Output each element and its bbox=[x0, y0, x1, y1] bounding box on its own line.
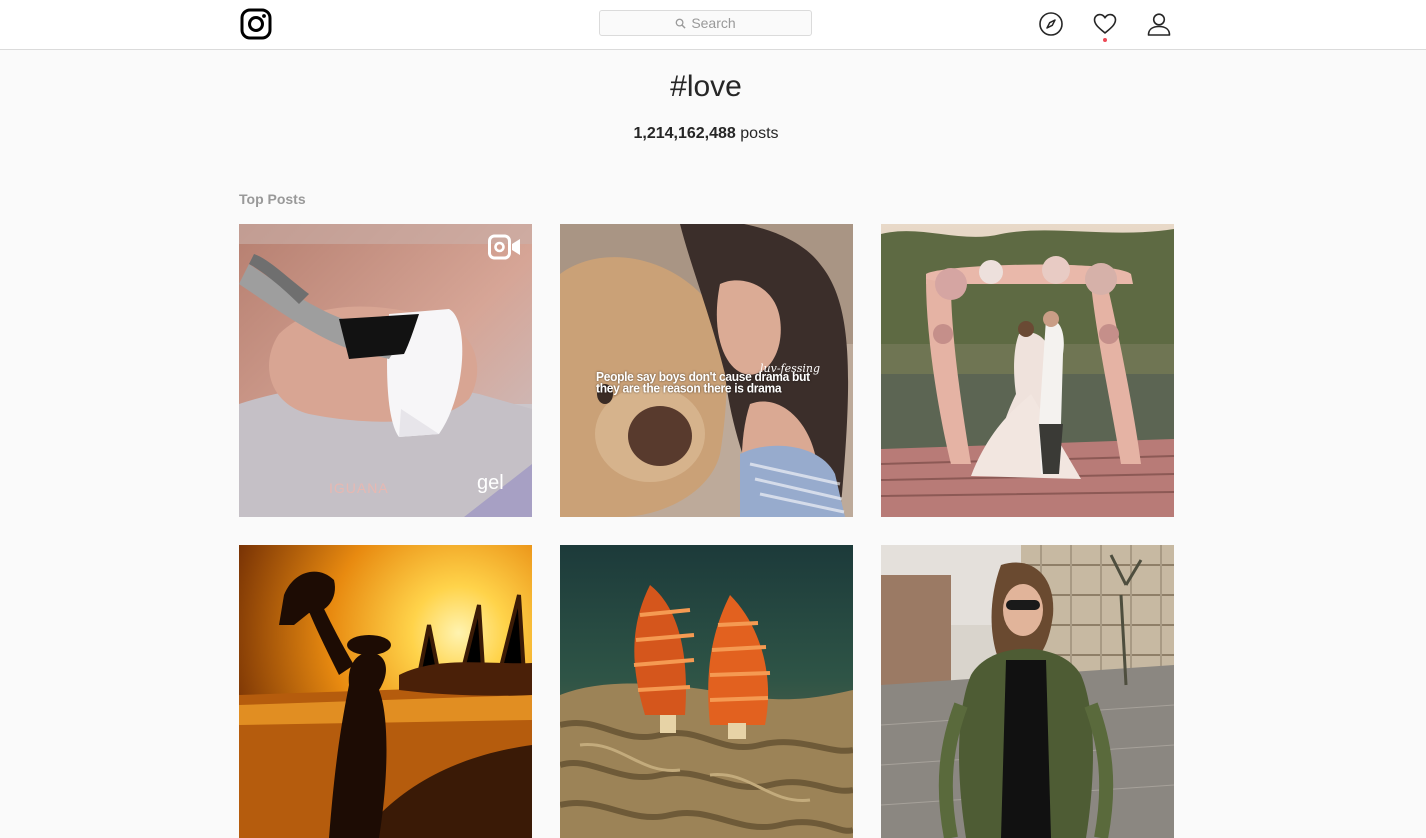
instagram-logo-icon[interactable] bbox=[240, 8, 272, 40]
post-tile-teddy-bear[interactable]: People say boys don't cause drama but th… bbox=[560, 224, 853, 517]
post-count-suffix: posts bbox=[740, 125, 779, 142]
post-image bbox=[881, 545, 1174, 838]
search-icon bbox=[675, 18, 686, 29]
top-navigation-bar: Search bbox=[0, 0, 1426, 50]
notification-dot bbox=[1103, 38, 1107, 42]
post-brand-text: IGUANA bbox=[329, 480, 389, 496]
top-posts-label: Top Posts bbox=[239, 191, 306, 207]
post-tile-sunset-silhouette[interactable] bbox=[239, 545, 532, 838]
compass-icon[interactable] bbox=[1038, 11, 1064, 37]
search-placeholder: Search bbox=[691, 15, 736, 31]
post-image bbox=[239, 545, 532, 838]
post-count-number: 1,214,162,488 bbox=[633, 125, 736, 142]
profile-icon[interactable] bbox=[1146, 11, 1172, 37]
post-image bbox=[881, 224, 1174, 517]
post-tile-nail-art[interactable]: IGUANA gel bbox=[239, 224, 532, 517]
post-tile-fur-coat[interactable] bbox=[881, 545, 1174, 838]
video-icon bbox=[488, 234, 520, 260]
post-tile-wedding[interactable] bbox=[881, 224, 1174, 517]
post-tile-coral[interactable] bbox=[560, 545, 853, 838]
hashtag-title: #love bbox=[670, 70, 742, 103]
post-count: 1,214,162,488 posts bbox=[0, 125, 1412, 143]
post-image bbox=[560, 545, 853, 838]
heart-icon[interactable] bbox=[1092, 11, 1118, 37]
post-watermark: luv-fessing bbox=[760, 362, 821, 375]
search-input[interactable]: Search bbox=[599, 10, 812, 36]
post-brand-sub: gel bbox=[477, 472, 504, 494]
